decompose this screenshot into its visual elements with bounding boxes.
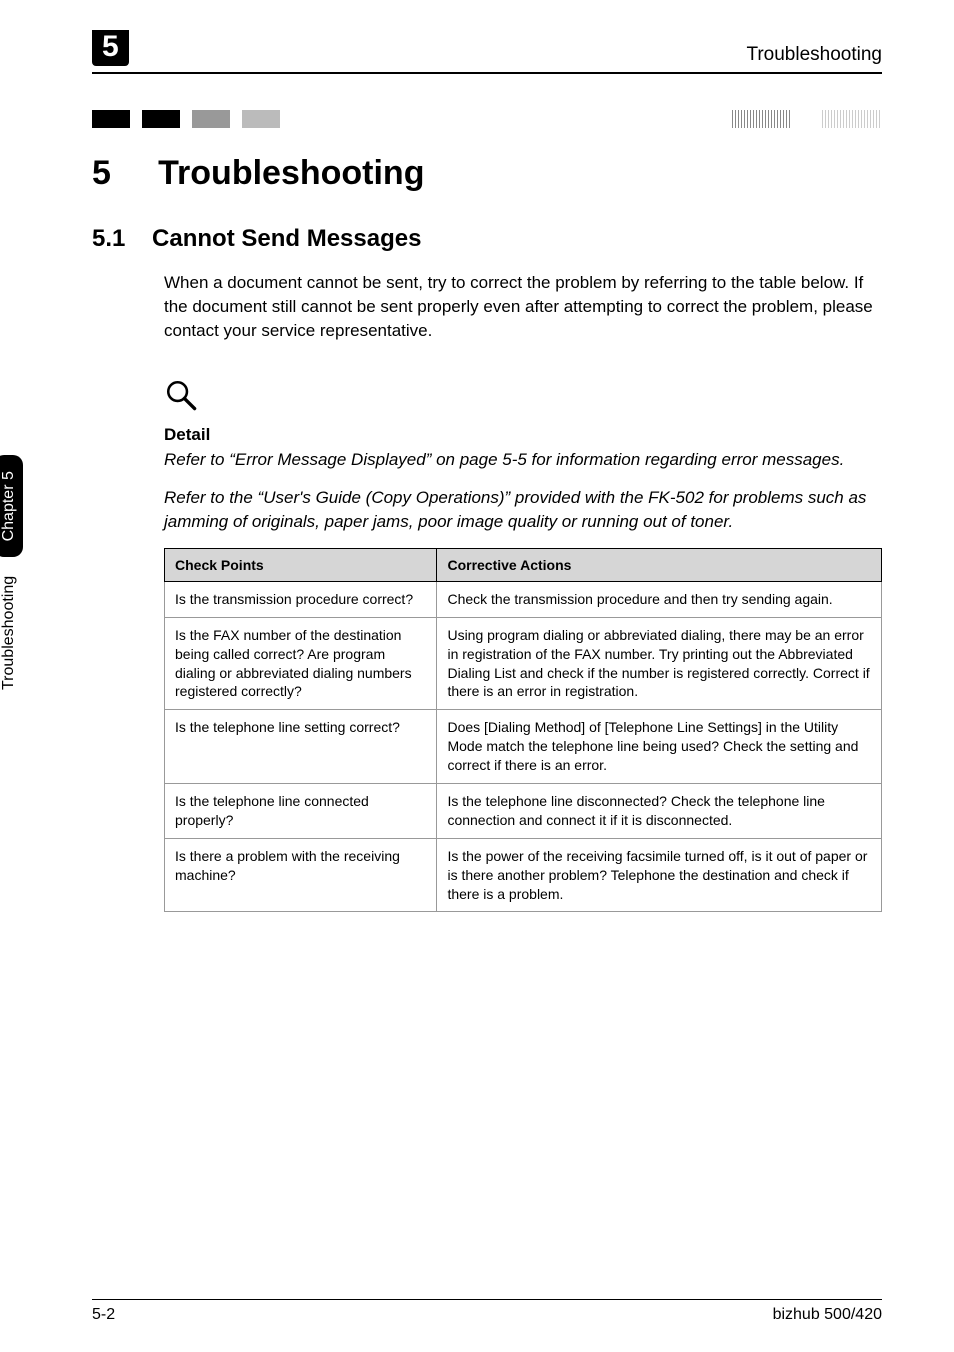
action-cell: Does [Dialing Method] of [Telephone Line… [437, 710, 882, 784]
action-cell: Using program dialing or abbreviated dia… [437, 617, 882, 710]
page: 5 Troubleshooting 5 Troubleshooting 5.1 … [0, 0, 954, 1352]
running-chapter-title: Troubleshooting [746, 44, 882, 66]
side-tab: Troubleshooting Chapter 5 [0, 455, 18, 690]
check-cell: Is the transmission procedure correct? [165, 581, 437, 617]
page-heading: 5 Troubleshooting [92, 154, 882, 193]
page-footer: 5-2 bizhub 500/420 [92, 1299, 882, 1324]
table-row: Is the telephone line setting correct? D… [165, 710, 882, 784]
intro-paragraph: When a document cannot be sent, try to c… [164, 271, 882, 343]
action-cell: Check the transmission procedure and the… [437, 581, 882, 617]
running-chapter-number: 5 [92, 30, 129, 66]
table-row: Is the transmission procedure correct? C… [165, 581, 882, 617]
footer-product: bizhub 500/420 [773, 1306, 882, 1324]
subheading-number: 5.1 [92, 225, 125, 252]
check-cell: Is the FAX number of the destination bei… [165, 617, 437, 710]
side-tab-chapter: Chapter 5 [0, 455, 23, 557]
heading-text: Troubleshooting [158, 154, 424, 192]
sub-heading: 5.1 Cannot Send Messages [92, 225, 882, 253]
detail-label: Detail [164, 423, 882, 447]
table-row: Is the telephone line connected properly… [165, 784, 882, 839]
heading-number: 5 [92, 154, 111, 192]
subheading-text: Cannot Send Messages [152, 225, 421, 252]
detail-paragraph-1: Refer to “Error Message Displayed” on pa… [164, 448, 882, 472]
table-header-action: Corrective Actions [437, 548, 882, 581]
side-tab-section: Troubleshooting [0, 576, 17, 690]
check-cell: Is the telephone line connected properly… [165, 784, 437, 839]
check-cell: Is the telephone line setting correct? [165, 710, 437, 784]
table-row: Is the FAX number of the destination bei… [165, 617, 882, 710]
section-divider-stripes [92, 110, 882, 128]
detail-paragraph-2: Refer to the “User's Guide (Copy Operati… [164, 486, 882, 534]
table-header-check: Check Points [165, 548, 437, 581]
troubleshooting-table: Check Points Corrective Actions Is the t… [164, 548, 882, 913]
intro-block: When a document cannot be sent, try to c… [164, 271, 882, 912]
footer-page-number: 5-2 [92, 1306, 115, 1324]
check-cell: Is there a problem with the receiving ma… [165, 838, 437, 912]
action-cell: Is the power of the receiving facsimile … [437, 838, 882, 912]
table-row: Is there a problem with the receiving ma… [165, 838, 882, 912]
magnifier-icon [164, 378, 198, 412]
table-header-row: Check Points Corrective Actions [165, 548, 882, 581]
action-cell: Is the telephone line disconnected? Chec… [437, 784, 882, 839]
running-header: 5 Troubleshooting [92, 30, 882, 74]
